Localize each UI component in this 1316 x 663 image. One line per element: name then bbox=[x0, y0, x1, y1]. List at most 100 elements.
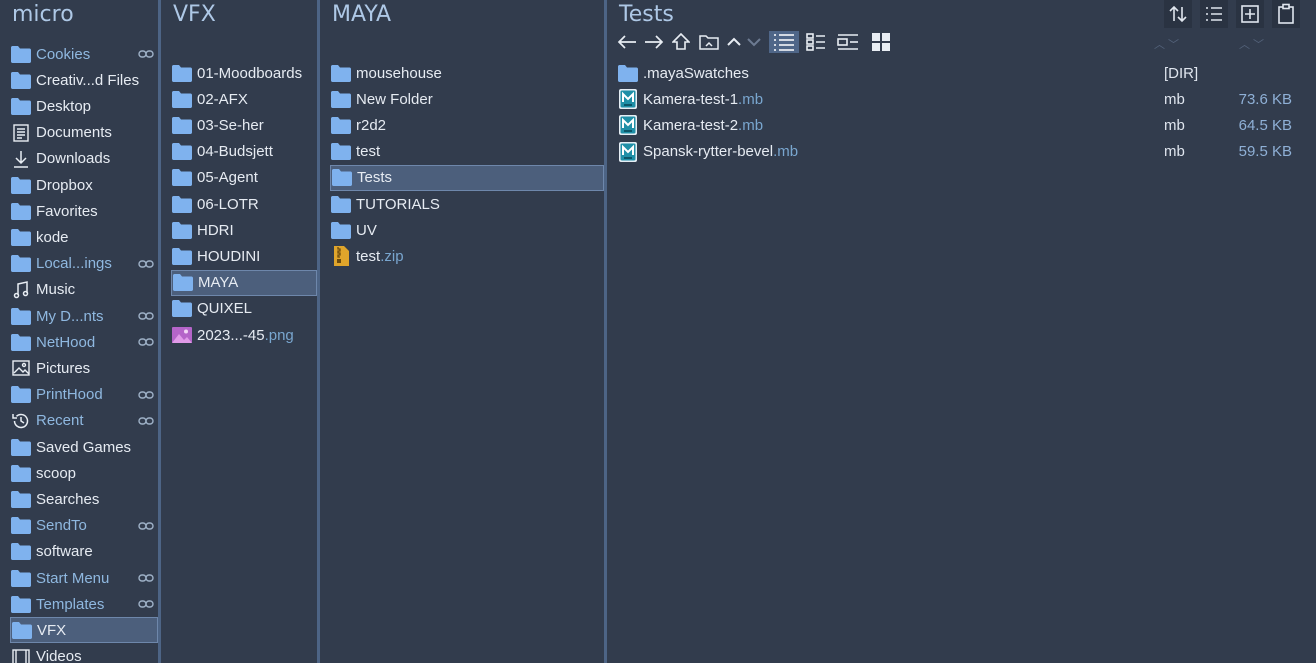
folder-icon bbox=[171, 168, 193, 188]
file-row[interactable]: Kamera-test-2 .mb mb 64.5 KB bbox=[617, 112, 1316, 138]
forward-button[interactable] bbox=[643, 31, 665, 53]
folder-item[interactable]: Tests bbox=[330, 164, 604, 191]
folder-item[interactable]: test bbox=[330, 139, 604, 165]
folder-item[interactable]: UV bbox=[330, 217, 604, 243]
sidebar-item[interactable]: Favorites bbox=[10, 198, 158, 224]
folder-item[interactable]: 05-Agent bbox=[171, 165, 317, 191]
sidebar-item[interactable]: Downloads bbox=[10, 146, 158, 172]
sidebar-item[interactable]: Pictures bbox=[10, 355, 158, 381]
sidebar-item[interactable]: Music bbox=[10, 277, 158, 303]
file-row[interactable]: Kamera-test-1 .mb mb 73.6 KB bbox=[617, 86, 1316, 112]
maya-file-icon bbox=[617, 89, 639, 110]
folder-item[interactable]: test .zip bbox=[330, 243, 604, 269]
sidebar-item[interactable]: My D...nts bbox=[10, 303, 158, 329]
parent-folder-button[interactable] bbox=[670, 31, 692, 53]
folder-icon bbox=[172, 273, 194, 293]
sidebar-item[interactable]: Saved Games bbox=[10, 434, 158, 460]
item-label: PrintHood bbox=[36, 386, 103, 404]
view-details-button[interactable] bbox=[769, 31, 799, 53]
file-size: 64.5 KB bbox=[1238, 116, 1292, 134]
shortcut-link-icon bbox=[138, 414, 154, 431]
item-label: VFX bbox=[37, 621, 67, 639]
item-label: Recent bbox=[36, 412, 84, 430]
folder-item[interactable]: 04-Budsjett bbox=[171, 139, 317, 165]
sidebar-item[interactable]: Dropbox bbox=[10, 172, 158, 198]
item-label: Saved Games bbox=[36, 438, 132, 456]
folder-icon bbox=[10, 489, 32, 509]
item-label: Local...ings bbox=[36, 255, 112, 273]
sidebar-item[interactable]: Cookies bbox=[10, 41, 158, 67]
document-icon bbox=[10, 123, 32, 143]
sidebar-item[interactable]: Local...ings bbox=[10, 251, 158, 277]
folder-icon bbox=[171, 246, 193, 266]
item-label: Documents bbox=[36, 124, 112, 142]
sort-toggle-button[interactable] bbox=[1164, 0, 1192, 28]
folder-item[interactable]: QUIXEL bbox=[171, 296, 317, 322]
clipboard-button[interactable] bbox=[1272, 0, 1300, 28]
image-icon bbox=[171, 325, 193, 345]
pictures-icon bbox=[10, 358, 32, 378]
folder-icon bbox=[10, 44, 32, 64]
sidebar-item[interactable]: Searches bbox=[10, 486, 158, 512]
view-thumbnails-button[interactable] bbox=[870, 31, 892, 53]
folder-icon bbox=[10, 463, 32, 483]
pane-title: Tests bbox=[619, 2, 674, 27]
folder-item[interactable]: 2023...-45 .png bbox=[171, 322, 317, 348]
scroll-up-button[interactable] bbox=[723, 31, 745, 53]
maya-file-icon bbox=[617, 115, 639, 136]
folder-item[interactable]: New Folder bbox=[330, 86, 604, 112]
item-label: 2023...-45 bbox=[197, 326, 265, 344]
folder-item[interactable]: TUTORIALS bbox=[330, 191, 604, 217]
pane-title: micro bbox=[12, 2, 74, 27]
folder-item[interactable]: 06-LOTR bbox=[171, 191, 317, 217]
sidebar-item[interactable]: SendTo bbox=[10, 513, 158, 539]
item-label: TUTORIALS bbox=[356, 195, 440, 213]
type-sort-arrows[interactable]: ︿ ﹀ bbox=[1154, 36, 1179, 52]
folder-icon bbox=[10, 175, 32, 195]
list-options-icon bbox=[1206, 7, 1222, 21]
sort-icon bbox=[1169, 5, 1187, 23]
sidebar-item[interactable]: Desktop bbox=[10, 93, 158, 119]
folder-item[interactable]: HOUDINI bbox=[171, 243, 317, 269]
folder-item[interactable]: 03-Se-her bbox=[171, 112, 317, 138]
sidebar-item[interactable]: Templates bbox=[10, 591, 158, 617]
folder-item[interactable]: 01-Moodboards bbox=[171, 60, 317, 86]
file-type: mb bbox=[1164, 90, 1185, 108]
folder-item[interactable]: 02-AFX bbox=[171, 86, 317, 112]
folder-icon bbox=[10, 516, 32, 536]
view-list-button[interactable] bbox=[805, 31, 827, 53]
file-type: [DIR] bbox=[1164, 64, 1199, 82]
zip-icon bbox=[330, 246, 352, 267]
file-row[interactable]: Spansk-rytter-bevel .mb mb 59.5 KB bbox=[617, 139, 1316, 165]
sidebar-item[interactable]: VFX bbox=[10, 617, 158, 644]
item-label: scoop bbox=[36, 464, 77, 482]
sidebar-item[interactable]: scoop bbox=[10, 460, 158, 486]
view-compact-button[interactable] bbox=[837, 31, 859, 53]
item-label: test bbox=[356, 143, 381, 161]
sidebar-item[interactable]: PrintHood bbox=[10, 382, 158, 408]
item-label: New Folder bbox=[356, 90, 433, 108]
open-folder-button[interactable] bbox=[698, 31, 720, 53]
sidebar-item[interactable]: Documents bbox=[10, 120, 158, 146]
size-sort-arrows[interactable]: ︿ ﹀ bbox=[1239, 36, 1264, 52]
sidebar-item[interactable]: Start Menu bbox=[10, 565, 158, 591]
folder-item[interactable]: MAYA bbox=[171, 269, 317, 296]
folder-icon bbox=[10, 70, 32, 90]
item-label: Tests bbox=[357, 169, 393, 187]
sidebar-item[interactable]: Creativ...d Files bbox=[10, 67, 158, 93]
folder-icon bbox=[330, 142, 352, 162]
file-row[interactable]: .mayaSwatches [DIR] bbox=[617, 60, 1316, 86]
list-options-button[interactable] bbox=[1200, 0, 1228, 28]
sidebar-item[interactable]: NetHood bbox=[10, 329, 158, 355]
new-pane-button[interactable] bbox=[1236, 0, 1264, 28]
file-list: .mayaSwatches [DIR] Kamera-test-1 .mb mb 73.6… bbox=[617, 60, 1316, 663]
sidebar-item[interactable]: Videos bbox=[10, 644, 158, 663]
folder-item[interactable]: r2d2 bbox=[330, 112, 604, 138]
sidebar-item[interactable]: kode bbox=[10, 224, 158, 250]
folder-item[interactable]: HDRI bbox=[171, 217, 317, 243]
scroll-down-button[interactable] bbox=[743, 31, 765, 53]
sidebar-item[interactable]: Recent bbox=[10, 408, 158, 434]
folder-item[interactable]: mousehouse bbox=[330, 60, 604, 86]
sidebar-item[interactable]: software bbox=[10, 539, 158, 565]
back-button[interactable] bbox=[616, 31, 638, 53]
